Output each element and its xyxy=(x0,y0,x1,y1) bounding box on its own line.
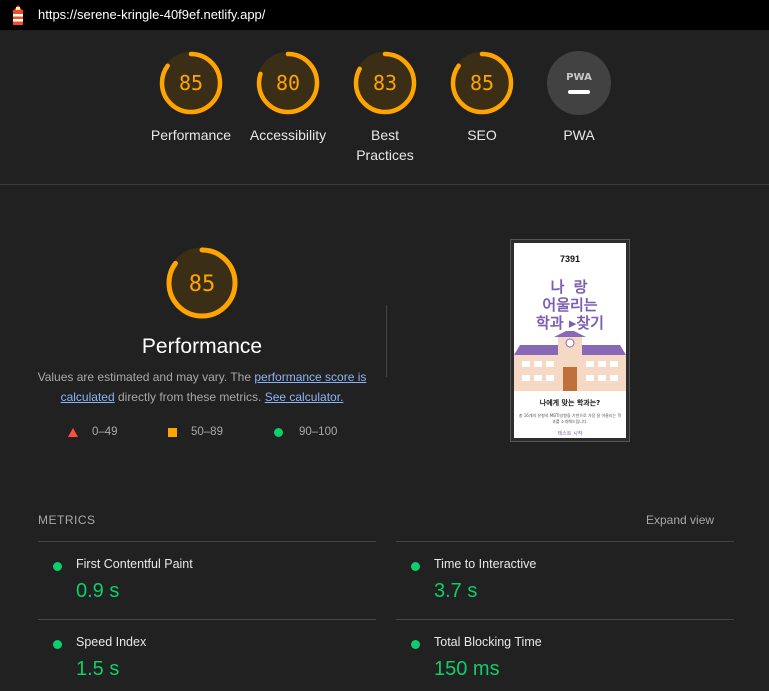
legend-pass: 90–100 xyxy=(274,426,337,438)
legend-fail: 0–49 xyxy=(68,426,118,438)
triangle-icon xyxy=(68,427,78,437)
gauge-ring: 80 xyxy=(256,51,320,115)
gauge-ring: 85 xyxy=(166,247,238,319)
metric-value: 0.9 s xyxy=(76,580,120,602)
metric-name: First Contentful Paint xyxy=(76,557,193,571)
lighthouse-icon xyxy=(13,5,23,25)
gauge-performance[interactable]: 85 Performance xyxy=(143,50,239,145)
pass-circle-icon xyxy=(411,562,420,571)
gauge-score: 85 xyxy=(179,71,203,95)
performance-score: 85 xyxy=(189,272,216,297)
gauge-label: SEO xyxy=(467,127,497,143)
metric-name: Time to Interactive xyxy=(434,557,537,571)
gauge-label: Best Practices xyxy=(356,127,414,163)
app-description: 총 16개의 유형의 MBTI성향을 기반으로 가장 잘 어울리는 학과를 소개… xyxy=(518,413,622,424)
divider xyxy=(386,305,387,377)
metrics-header: METRICS xyxy=(38,513,96,527)
address-bar: https://serene-kringle-40f9ef.netlify.ap… xyxy=(0,0,769,30)
gauge-score: 85 xyxy=(470,71,494,95)
metric-total-blocking-time: Total Blocking Time 150 ms xyxy=(396,620,716,690)
metric-speed-index: Speed Index 1.5 s xyxy=(38,620,358,690)
pwa-badge-text: PWA xyxy=(566,72,592,83)
metric-value: 1.5 s xyxy=(76,658,120,680)
gauge-label: PWA xyxy=(563,127,595,143)
gauge-ring: 83 xyxy=(353,51,417,115)
gauge-accessibility[interactable]: 80 Accessibility xyxy=(240,50,336,145)
metric-value: 3.7 s xyxy=(434,580,478,602)
square-icon xyxy=(168,427,177,437)
metric-time-to-interactive: Time to Interactive 3.7 s xyxy=(396,542,716,612)
performance-description: Values are estimated and may vary. The p… xyxy=(37,370,367,404)
gauge-best-practices[interactable]: 83 Best Practices xyxy=(337,50,433,165)
category-gauges: 85 Performance 80 Accessibility 83 Best … xyxy=(0,30,769,185)
metric-first-contentful-paint: First Contentful Paint 0.9 s xyxy=(38,542,358,612)
pass-circle-icon xyxy=(53,562,62,571)
expand-view-toggle[interactable]: Expand view xyxy=(646,513,714,527)
performance-title: Performance xyxy=(141,335,263,358)
pwa-badge-icon: PWA xyxy=(547,51,611,115)
pass-circle-icon xyxy=(53,640,62,649)
app-question: 나에게 맞는 학과는? xyxy=(539,399,601,407)
metric-name: Speed Index xyxy=(76,635,147,649)
page-url[interactable]: https://serene-kringle-40f9ef.netlify.ap… xyxy=(38,7,265,22)
gauge-ring: 85 xyxy=(159,51,223,115)
app-start-link: 테스트 시작 xyxy=(557,431,583,437)
gauge-score: 80 xyxy=(276,71,300,95)
gauge-seo[interactable]: 85 SEO xyxy=(434,50,530,145)
metric-name: Total Blocking Time xyxy=(434,635,542,649)
gauge-label: Performance xyxy=(150,127,232,143)
gauge-pwa[interactable]: PWA PWA xyxy=(531,50,627,145)
final-screenshot[interactable]: 7391 나 랑 어울리는 학과 ▸찾기 나에게 맞는 학과는? 총 16개의 … xyxy=(510,239,630,442)
school-building-icon xyxy=(514,331,626,391)
gauge-label: Accessibility xyxy=(249,127,327,143)
circle-icon xyxy=(274,427,283,437)
legend-average: 50–89 xyxy=(168,426,223,438)
see-calculator-link[interactable]: See calculator. xyxy=(265,390,344,404)
app-title-line3: 학과 ▸찾기 xyxy=(536,314,604,332)
pass-circle-icon xyxy=(411,640,420,649)
metric-value: 150 ms xyxy=(434,658,500,680)
gauge-ring: 85 xyxy=(450,51,514,115)
gauge-score: 83 xyxy=(373,71,397,95)
visitor-count: 7391 xyxy=(559,254,581,264)
performance-gauge: 85 xyxy=(110,245,294,321)
